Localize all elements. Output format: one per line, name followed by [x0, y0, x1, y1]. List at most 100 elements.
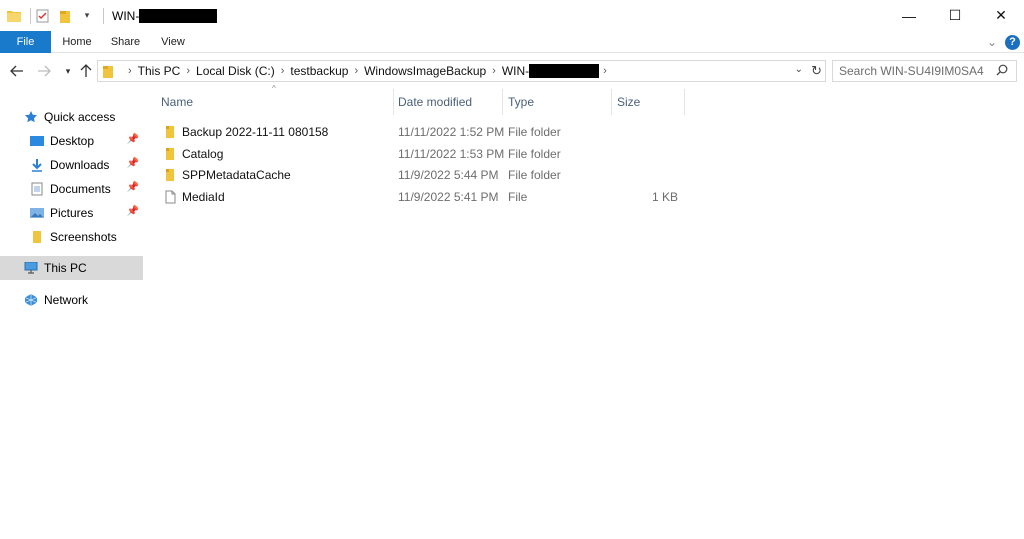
nav-item-label: Downloads: [50, 158, 110, 172]
file-list: ^ Name Date modified Type Size Backup 20…: [152, 84, 1024, 539]
file-size: [612, 164, 678, 186]
new-folder-icon[interactable]: [57, 8, 73, 24]
pin-icon[interactable]: 📌: [127, 206, 139, 217]
column-divider[interactable]: [611, 89, 612, 115]
file-size: 1 KB: [651, 190, 678, 204]
file-name-cell: Backup 2022-11-11 080158: [162, 121, 328, 143]
desktop-icon: [29, 133, 45, 149]
nav-item-pictures[interactable]: Pictures 📌: [0, 201, 143, 225]
nav-item-label: This PC: [44, 261, 87, 275]
search-icon[interactable]: [996, 64, 1008, 79]
column-header-name[interactable]: Name: [161, 86, 391, 118]
tab-view[interactable]: View: [148, 31, 198, 53]
tab-file[interactable]: File: [0, 30, 51, 53]
nav-item-screenshots[interactable]: Screenshots: [0, 225, 143, 249]
column-header-size[interactable]: Size: [617, 86, 677, 118]
properties-icon[interactable]: [35, 8, 51, 24]
back-arrow-icon[interactable]: [9, 63, 25, 79]
nav-item-label: Network: [44, 293, 89, 307]
file-name-cell: SPPMetadataCache: [162, 164, 291, 186]
nav-item-label: Documents: [50, 182, 111, 196]
file-date: 11/9/2022 5:44 PM: [398, 168, 499, 182]
breadcrumb-win[interactable]: WIN-: [502, 64, 529, 78]
table-row[interactable]: SPPMetadataCache 11/9/2022 5:44 PM File …: [152, 164, 692, 186]
toolbar-separator: [103, 7, 104, 24]
chevron-right-icon[interactable]: ›: [354, 65, 358, 77]
file-icon: [162, 189, 178, 205]
column-header-date[interactable]: Date modified: [398, 86, 498, 118]
file-name: SPPMetadataCache: [182, 168, 291, 182]
nav-item-network[interactable]: Network: [0, 288, 143, 312]
column-header-type[interactable]: Type: [508, 86, 608, 118]
navigation-pane: Quick access Desktop 📌 Downloads 📌 Docum…: [0, 100, 143, 539]
search-box[interactable]: [832, 60, 1017, 82]
nav-item-quick-access[interactable]: Quick access: [0, 105, 143, 129]
folder-icon: [162, 167, 178, 183]
chevron-right-icon[interactable]: ›: [128, 65, 132, 77]
file-type: File: [508, 190, 528, 204]
folder-icon: [162, 146, 178, 162]
recent-locations-chevron-icon[interactable]: ▾: [60, 63, 76, 79]
star-icon: [23, 109, 39, 125]
table-row[interactable]: Catalog 11/11/2022 1:53 PM File folder: [152, 143, 692, 165]
tab-home[interactable]: Home: [51, 31, 103, 53]
breadcrumb-local-disk[interactable]: Local Disk (C:): [196, 64, 275, 78]
pin-icon[interactable]: 📌: [127, 182, 139, 193]
chevron-right-icon[interactable]: ›: [186, 65, 190, 77]
chevron-right-icon[interactable]: ›: [281, 65, 285, 77]
folder-icon[interactable]: [6, 8, 22, 24]
up-arrow-icon[interactable]: [78, 63, 94, 79]
refresh-icon[interactable]: ↻: [811, 63, 822, 79]
breadcrumb-windowsimagebackup[interactable]: WindowsImageBackup: [364, 64, 486, 78]
nav-item-label: Pictures: [50, 206, 94, 220]
folder-icon: [162, 124, 178, 140]
maximize-button[interactable]: ☐: [932, 0, 978, 31]
column-divider[interactable]: [393, 89, 394, 115]
address-dropdown-icon[interactable]: ⌄: [795, 64, 803, 75]
chevron-right-icon[interactable]: ›: [492, 65, 496, 77]
help-icon[interactable]: ?: [1005, 34, 1020, 50]
forward-arrow-icon[interactable]: [36, 63, 52, 79]
documents-icon: [29, 181, 45, 197]
folder-icon: [29, 229, 45, 245]
pin-icon[interactable]: 📌: [127, 158, 139, 169]
nav-item-documents[interactable]: Documents 📌: [0, 177, 143, 201]
nav-item-desktop[interactable]: Desktop 📌: [0, 129, 143, 153]
nav-item-downloads[interactable]: Downloads 📌: [0, 153, 143, 177]
file-size: [612, 121, 678, 143]
tab-share[interactable]: Share: [103, 31, 148, 53]
file-name: MediaId: [182, 190, 225, 204]
table-row[interactable]: Backup 2022-11-11 080158 11/11/2022 1:52…: [152, 121, 692, 143]
close-button[interactable]: ✕: [978, 0, 1024, 31]
ribbon-tabs: File Home Share View ⌄ ?: [0, 30, 1024, 53]
pin-icon[interactable]: 📌: [127, 134, 139, 145]
column-divider[interactable]: [502, 89, 503, 115]
file-name: Backup 2022-11-11 080158: [182, 125, 329, 139]
computer-icon: [23, 260, 39, 276]
file-size: [612, 143, 678, 165]
ribbon-right: ⌄ ?: [987, 31, 1020, 53]
expand-ribbon-icon[interactable]: ⌄: [987, 35, 997, 49]
title-bar: ▾ WIN- — ☐ ✕: [0, 0, 1024, 31]
file-date: 11/11/2022 1:52 PM: [398, 125, 505, 139]
nav-item-this-pc[interactable]: This PC: [0, 256, 143, 280]
file-name-cell: MediaId: [162, 186, 225, 208]
file-date: 11/9/2022 5:41 PM: [398, 190, 499, 204]
redacted-block: [139, 8, 218, 23]
nav-item-label: Screenshots: [50, 230, 117, 244]
breadcrumb-testbackup[interactable]: testbackup: [290, 64, 348, 78]
table-row[interactable]: MediaId 11/9/2022 5:41 PM File 1 KB: [152, 186, 692, 208]
minimize-button[interactable]: —: [886, 0, 932, 31]
file-date: 11/11/2022 1:53 PM: [398, 147, 505, 161]
file-type: File folder: [508, 168, 561, 182]
search-input[interactable]: [839, 64, 989, 78]
window-title-text: WIN-: [112, 8, 140, 23]
folder-icon: [102, 64, 114, 78]
address-bar[interactable]: › This PC › Local Disk (C:) › testbackup…: [97, 60, 826, 82]
file-name-cell: Catalog: [162, 143, 223, 165]
column-divider[interactable]: [684, 89, 685, 115]
window-controls: — ☐ ✕: [886, 0, 1024, 31]
chevron-right-icon[interactable]: ›: [603, 65, 607, 77]
breadcrumb-this-pc[interactable]: This PC: [138, 64, 181, 78]
customize-toolbar-chevron-icon[interactable]: ▾: [79, 8, 95, 24]
